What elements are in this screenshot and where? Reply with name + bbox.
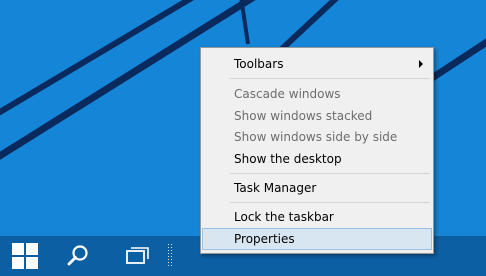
task-view-button[interactable]: [114, 236, 162, 276]
menu-separator: [230, 202, 430, 203]
menu-item-label: Show the desktop: [234, 152, 342, 166]
menu-item-toolbars[interactable]: Toolbars: [202, 53, 432, 75]
menu-item-label: Cascade windows: [234, 87, 341, 101]
task-view-icon: [126, 247, 149, 264]
start-button[interactable]: [0, 236, 50, 276]
menu-item-lock-the-taskbar[interactable]: Lock the taskbar: [202, 206, 432, 228]
menu-item-label: Lock the taskbar: [234, 210, 334, 224]
menu-separator: [230, 173, 430, 174]
menu-separator: [230, 78, 430, 79]
menu-item-show-windows-side-by-side: Show windows side by side: [202, 126, 432, 148]
menu-item-show-windows-stacked: Show windows stacked: [202, 105, 432, 127]
menu-item-cascade-windows: Cascade windows: [202, 83, 432, 105]
menu-item-label: Properties: [234, 232, 295, 246]
submenu-arrow-icon: [419, 60, 423, 68]
toolbar-grip[interactable]: [168, 244, 174, 268]
taskbar-context-menu: Toolbars Cascade windows Show windows st…: [200, 47, 434, 254]
menu-item-properties[interactable]: Properties: [202, 228, 432, 250]
menu-item-label: Show windows side by side: [234, 130, 398, 144]
menu-item-task-manager[interactable]: Task Manager: [202, 177, 432, 199]
search-icon: [67, 245, 88, 266]
menu-item-show-the-desktop[interactable]: Show the desktop: [202, 148, 432, 170]
menu-item-label: Show windows stacked: [234, 109, 373, 123]
windows-logo-icon: [12, 243, 38, 269]
menu-item-label: Task Manager: [234, 181, 317, 195]
menu-item-label: Toolbars: [234, 57, 284, 71]
search-button[interactable]: [54, 236, 102, 276]
